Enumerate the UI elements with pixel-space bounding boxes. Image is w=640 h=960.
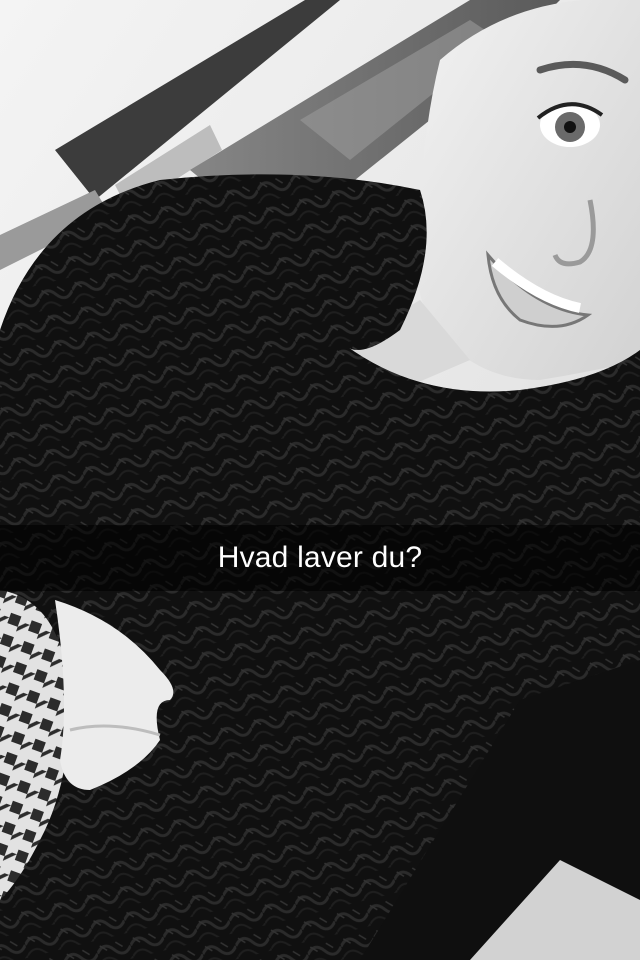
snap-viewer[interactable]: Hvad laver du? bbox=[0, 0, 640, 960]
caption-text: Hvad laver du? bbox=[217, 541, 423, 574]
selfie-photo bbox=[0, 0, 640, 960]
caption-bar: Hvad laver du? bbox=[0, 525, 640, 591]
